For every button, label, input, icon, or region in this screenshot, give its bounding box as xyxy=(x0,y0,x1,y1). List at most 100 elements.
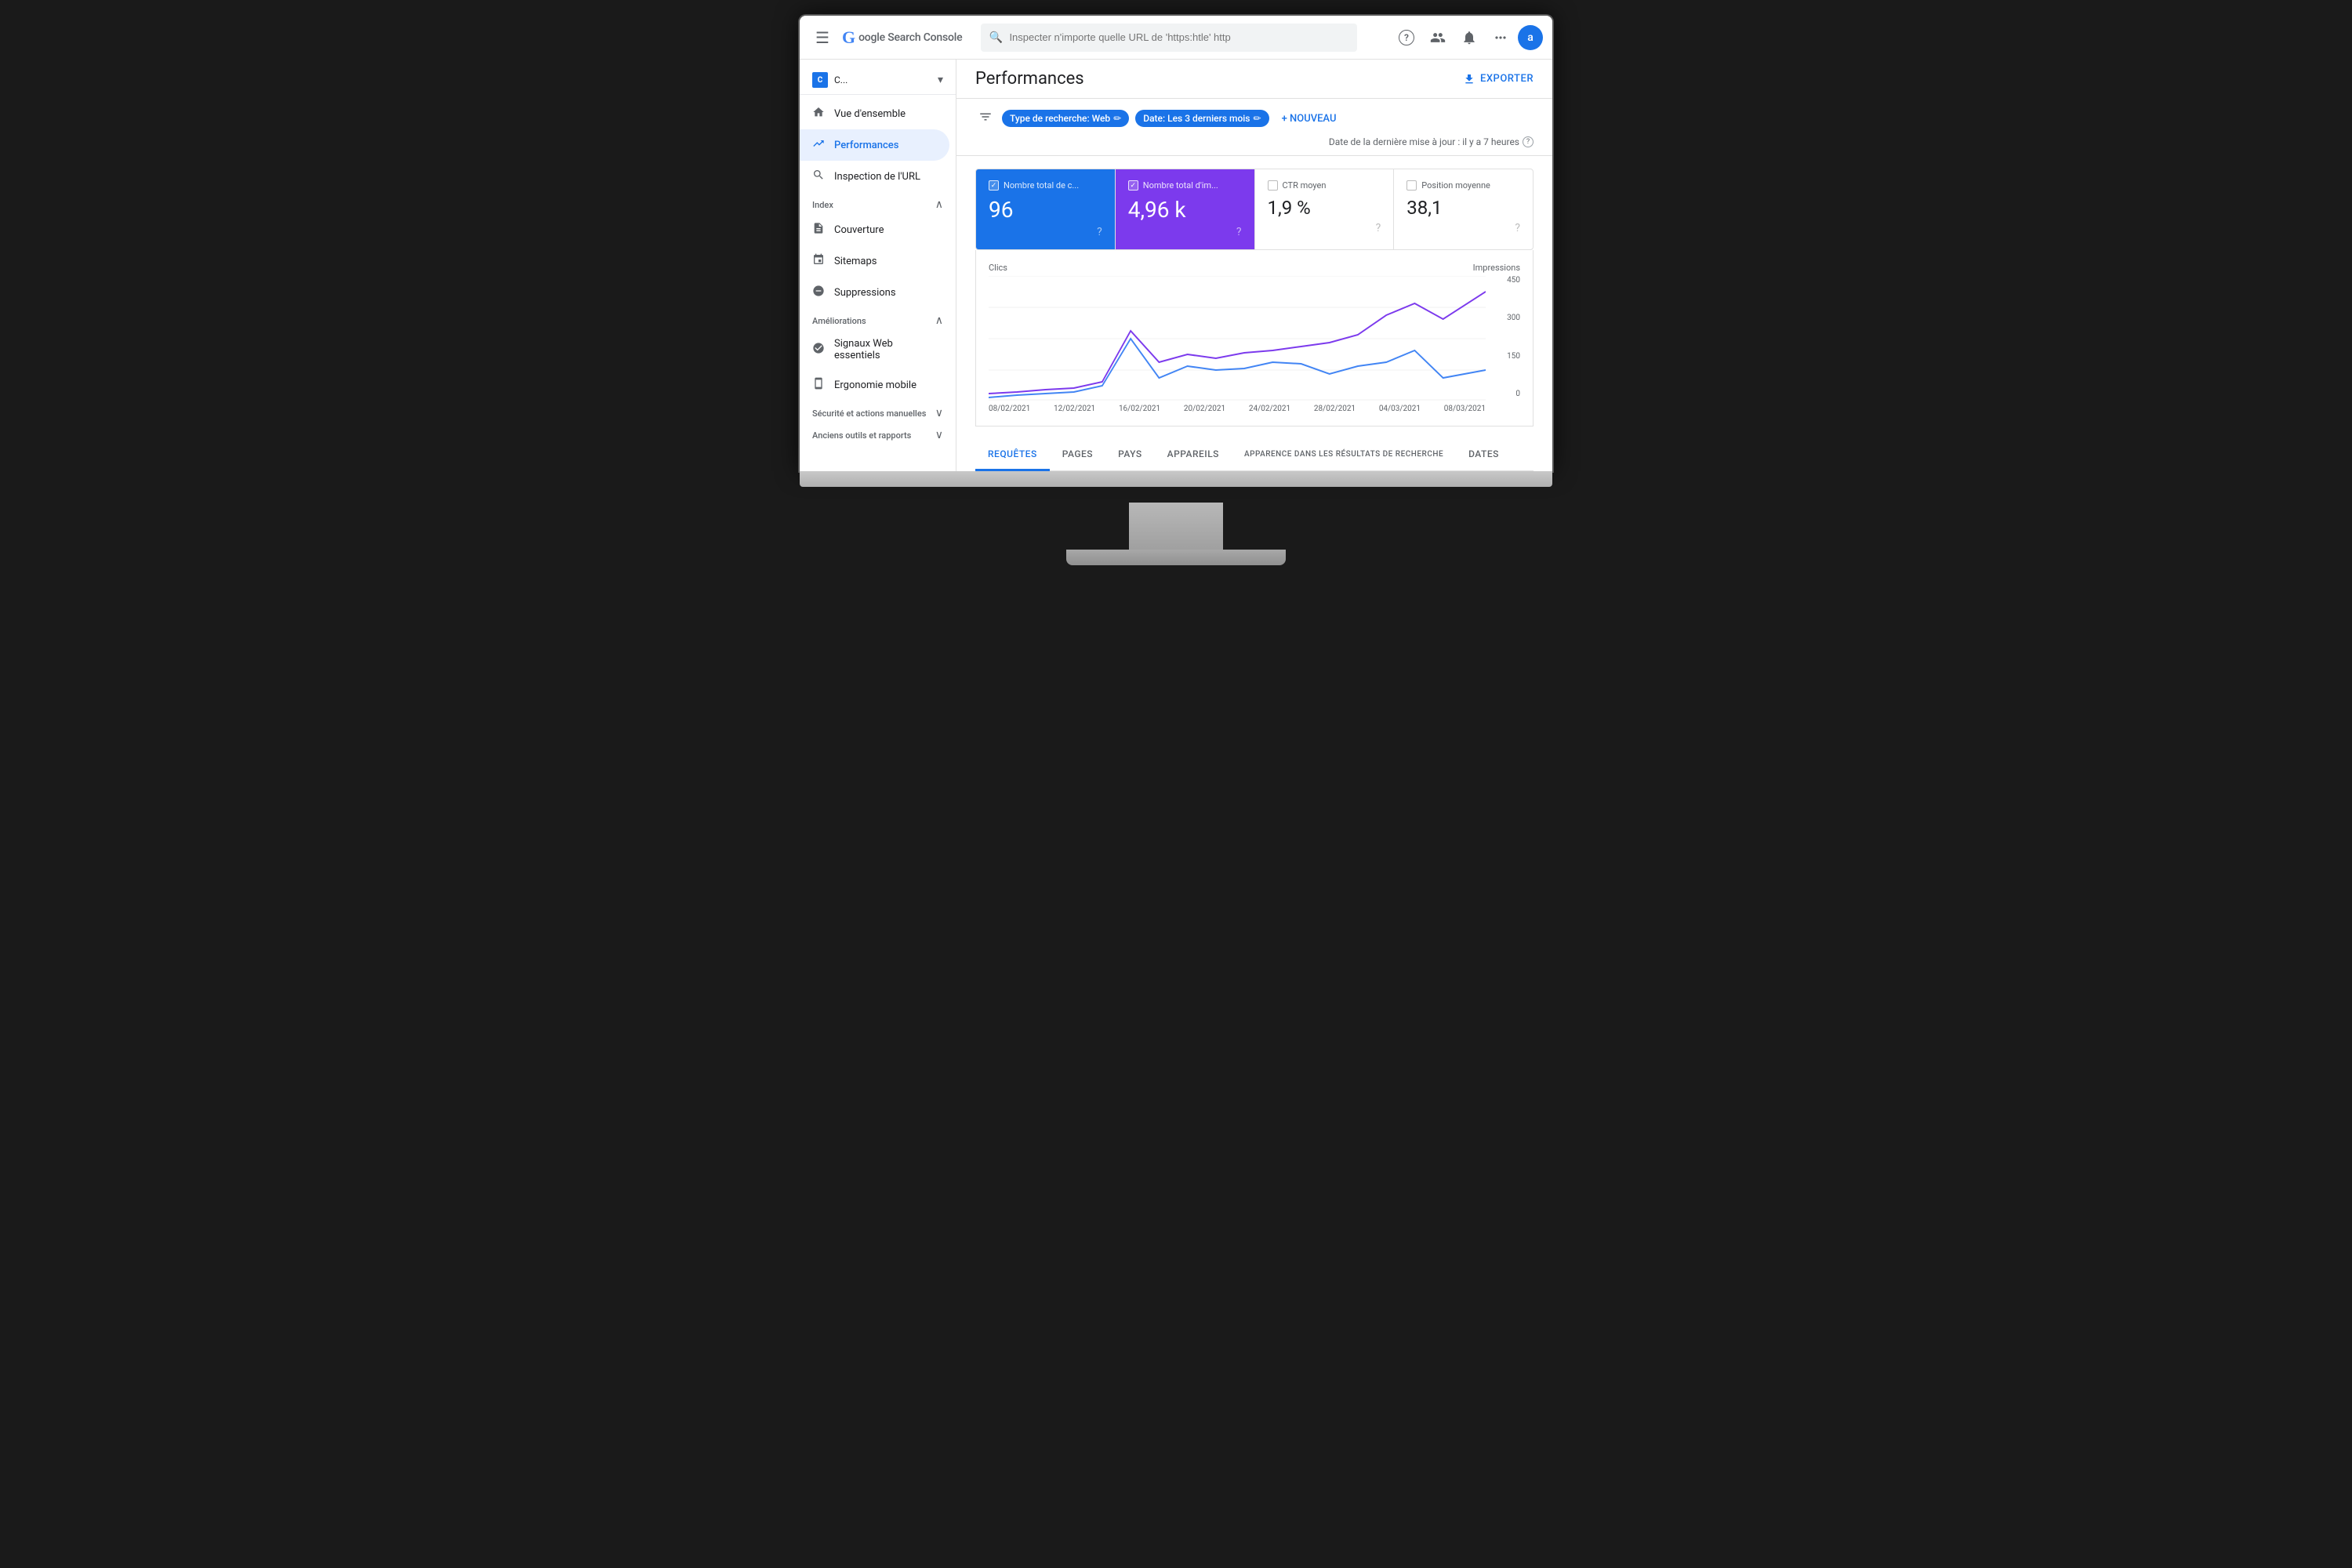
user-avatar[interactable]: a xyxy=(1518,25,1543,50)
sidebar: C C... ▾ Vue d'ensemble Performances xyxy=(800,60,956,471)
sidebar-label-suppressions: Suppressions xyxy=(834,287,896,299)
chip-edit-icon-0: ✏ xyxy=(1113,113,1121,124)
sidebar-item-couverture[interactable]: Couverture xyxy=(800,214,949,245)
filters-bar: Type de recherche: Web ✏ Date: Les 3 der… xyxy=(956,99,1552,156)
screen: ☰ G oogle Search Console 🔍 ? xyxy=(800,16,1552,471)
chart-left-label: Clics xyxy=(989,263,1007,273)
update-help-icon[interactable]: ? xyxy=(1523,136,1534,147)
chart-area: Clics Impressions xyxy=(975,250,1534,426)
metric-checkbox-ctr[interactable] xyxy=(1268,180,1278,191)
tab-appareils[interactable]: APPAREILS xyxy=(1155,439,1232,471)
x-label-0: 08/02/2021 xyxy=(989,405,1030,413)
index-chevron-icon[interactable]: ∧ xyxy=(935,198,943,211)
y-axis-300: 300 xyxy=(1507,314,1520,322)
content-header: Performances EXPORTER xyxy=(956,60,1552,99)
sidebar-label-signaux: Signaux Web essentiels xyxy=(834,338,937,361)
new-filter-button[interactable]: + NOUVEAU xyxy=(1276,110,1343,128)
x-label-3: 20/02/2021 xyxy=(1184,405,1225,413)
search-bar: 🔍 xyxy=(981,24,1357,52)
metric-checkbox-clics[interactable]: ✓ xyxy=(989,180,999,191)
metric-checkbox-impressions[interactable]: ✓ xyxy=(1128,180,1138,191)
sidebar-label-performances: Performances xyxy=(834,140,898,151)
couverture-icon xyxy=(812,222,825,238)
ameliorations-chevron-icon[interactable]: ∧ xyxy=(935,314,943,327)
filter-chip-search-type[interactable]: Type de recherche: Web ✏ xyxy=(1002,110,1129,127)
property-name: C... xyxy=(834,74,931,85)
home-icon xyxy=(812,106,825,122)
tab-requetes[interactable]: REQUÊTES xyxy=(975,439,1050,471)
tab-bar: REQUÊTES PAGES PAYS APPAREILS APPARENCE … xyxy=(975,439,1534,471)
signaux-icon xyxy=(812,342,825,358)
property-selector[interactable]: C C... ▾ xyxy=(800,66,956,95)
sidebar-item-sitemaps[interactable]: Sitemaps xyxy=(800,245,949,277)
sidebar-label-url: Inspection de l'URL xyxy=(834,171,920,183)
help-button[interactable]: ? xyxy=(1392,24,1421,52)
property-icon: C xyxy=(812,72,828,88)
metric-card-ctr[interactable]: CTR moyen 1,9 % ? xyxy=(1255,169,1395,249)
x-label-5: 28/02/2021 xyxy=(1314,405,1356,413)
sidebar-item-ergonomie[interactable]: Ergonomie mobile xyxy=(800,369,949,401)
app-logo: G oogle Search Console xyxy=(842,27,963,48)
metrics-row: ✓ Nombre total de c... 96 ? ✓ Nombre tot… xyxy=(975,169,1534,250)
x-label-6: 04/03/2021 xyxy=(1379,405,1421,413)
metric-help-clics: ? xyxy=(989,226,1102,238)
page-title: Performances xyxy=(975,69,1084,89)
x-label-2: 16/02/2021 xyxy=(1119,405,1160,413)
tab-apparence[interactable]: APPARENCE DANS LES RÉSULTATS DE RECHERCH… xyxy=(1232,441,1456,470)
sidebar-section-index: Index ∧ xyxy=(800,192,956,214)
chip-edit-icon-1: ✏ xyxy=(1254,113,1261,124)
chart-right-label: Impressions xyxy=(1473,263,1520,273)
sidebar-label-sitemaps: Sitemaps xyxy=(834,256,877,267)
suppressions-icon xyxy=(812,285,825,300)
monitor-bezel xyxy=(800,471,1552,487)
sitemaps-icon xyxy=(812,253,825,269)
search-nav-icon xyxy=(812,169,825,184)
filter-icon[interactable] xyxy=(975,107,996,130)
y-axis-0: 0 xyxy=(1515,390,1520,398)
sidebar-item-overview[interactable]: Vue d'ensemble xyxy=(800,98,949,129)
content-area: Performances EXPORTER Type de recherche:… xyxy=(956,60,1552,471)
sidebar-label-ergonomie: Ergonomie mobile xyxy=(834,379,916,391)
performances-icon xyxy=(812,137,825,153)
export-button[interactable]: EXPORTER xyxy=(1463,73,1534,85)
tab-pages[interactable]: PAGES xyxy=(1050,439,1105,471)
logo-text: oogle Search Console xyxy=(858,31,962,44)
apps-button[interactable] xyxy=(1486,24,1515,52)
anciens-chevron-icon[interactable]: ∨ xyxy=(935,429,943,441)
sidebar-item-signaux[interactable]: Signaux Web essentiels xyxy=(800,330,949,369)
sidebar-section-securite[interactable]: Sécurité et actions manuelles ∨ xyxy=(800,401,956,423)
metric-card-position[interactable]: Position moyenne 38,1 ? xyxy=(1394,169,1533,249)
monitor-stand-top xyxy=(1129,503,1223,550)
property-chevron-icon: ▾ xyxy=(938,74,943,86)
metric-help-ctr: ? xyxy=(1268,222,1381,234)
update-info: Date de la dernière mise à jour : il y a… xyxy=(1329,136,1534,147)
ergonomie-icon xyxy=(812,377,825,393)
y-axis-450: 450 xyxy=(1507,276,1520,285)
users-button[interactable] xyxy=(1424,24,1452,52)
filter-chip-date[interactable]: Date: Les 3 derniers mois ✏ xyxy=(1135,110,1269,127)
y-axis-150: 150 xyxy=(1507,352,1520,361)
x-label-1: 12/02/2021 xyxy=(1054,405,1095,413)
sidebar-item-suppressions[interactable]: Suppressions xyxy=(800,277,949,308)
sidebar-item-url-inspection[interactable]: Inspection de l'URL xyxy=(800,161,949,192)
tab-pays[interactable]: PAYS xyxy=(1105,439,1155,471)
search-input[interactable] xyxy=(981,24,1357,52)
main-layout: C C... ▾ Vue d'ensemble Performances xyxy=(800,60,1552,471)
notifications-button[interactable] xyxy=(1455,24,1483,52)
metric-card-clics[interactable]: ✓ Nombre total de c... 96 ? xyxy=(976,169,1116,249)
logo-g: G xyxy=(842,27,855,48)
metric-help-position: ? xyxy=(1406,222,1520,234)
monitor-stand-base xyxy=(1066,550,1286,565)
chart-svg xyxy=(989,276,1486,401)
x-label-7: 08/03/2021 xyxy=(1444,405,1486,413)
metric-checkbox-position[interactable] xyxy=(1406,180,1417,191)
sidebar-item-performances[interactable]: Performances xyxy=(800,129,949,161)
tab-dates[interactable]: DATES xyxy=(1456,439,1512,471)
sidebar-section-anciens[interactable]: Anciens outils et rapports ∨ xyxy=(800,423,956,445)
securite-chevron-icon[interactable]: ∨ xyxy=(935,407,943,419)
topbar-actions: ? a xyxy=(1392,24,1543,52)
monitor-wrapper: ☰ G oogle Search Console 🔍 ? xyxy=(800,16,1552,565)
search-icon: 🔍 xyxy=(989,31,1002,44)
hamburger-icon[interactable]: ☰ xyxy=(809,22,836,53)
metric-card-impressions[interactable]: ✓ Nombre total d'im... 4,96 k ? xyxy=(1116,169,1255,249)
